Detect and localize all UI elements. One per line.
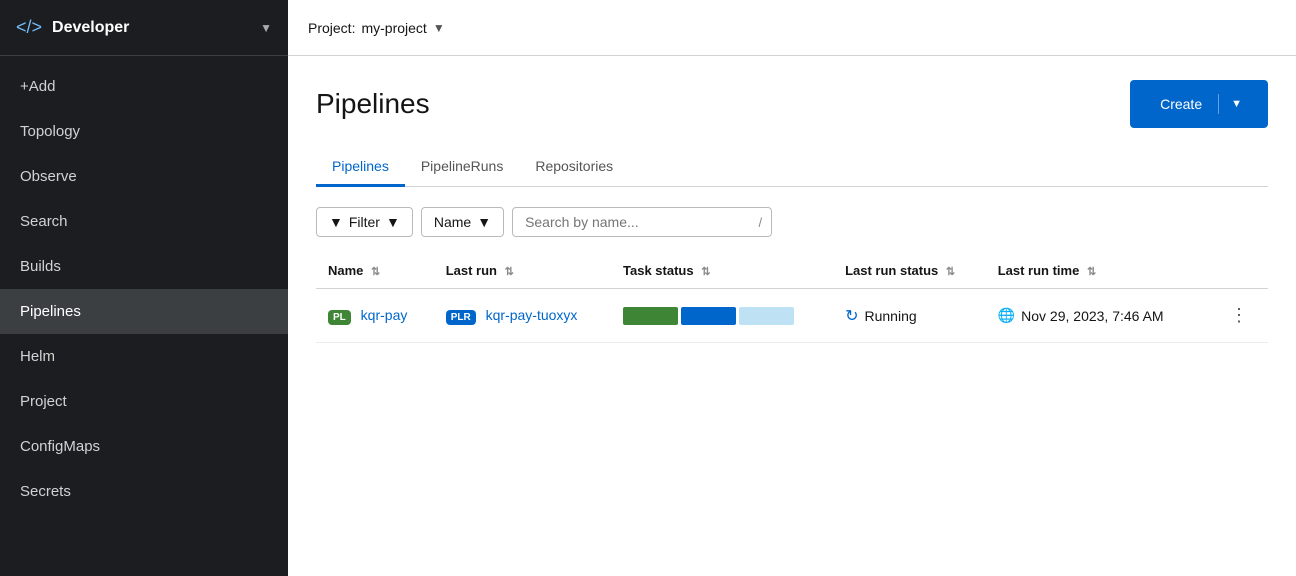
- sort-name-icon: ⇅: [371, 265, 380, 278]
- sort-task-status-icon: ⇅: [701, 265, 710, 278]
- status-bar-light-blue: [739, 307, 794, 325]
- pipelines-table: Name ⇅ Last run ⇅ Task status ⇅ Last run…: [316, 253, 1268, 343]
- col-actions: [1202, 253, 1268, 289]
- project-dropdown-icon: ▼: [433, 21, 445, 35]
- sort-last-run-icon: ⇅: [505, 265, 514, 278]
- main-content: Project: my-project ▼ Pipelines Create ▼…: [288, 0, 1296, 576]
- page-title: Pipelines: [316, 88, 430, 120]
- page-header: Pipelines Create ▼: [316, 80, 1268, 128]
- pipeline-badge: PL: [328, 310, 351, 325]
- running-icon: ↻: [845, 306, 858, 326]
- cell-task-status: [611, 289, 833, 343]
- tab-repositories[interactable]: Repositories: [519, 148, 629, 187]
- filter-arrow-icon: ▼: [386, 214, 400, 230]
- topbar: Project: my-project ▼: [288, 0, 1296, 56]
- search-input[interactable]: [512, 207, 772, 237]
- name-select[interactable]: Name ▼: [421, 207, 504, 237]
- search-input-wrapper: /: [512, 207, 772, 237]
- col-task-status[interactable]: Task status ⇅: [611, 253, 833, 289]
- sidebar-item-pipelines[interactable]: Pipelines: [0, 289, 288, 334]
- cell-actions: ⋮: [1202, 289, 1268, 343]
- name-select-arrow-icon: ▼: [477, 214, 491, 230]
- sidebar: </> Developer ▼ +Add Topology Observe Se…: [0, 0, 288, 576]
- sidebar-item-observe[interactable]: Observe: [0, 154, 288, 199]
- content-area: Pipelines Create ▼ Pipelines PipelineRun…: [288, 56, 1296, 576]
- filter-icon: ▼: [329, 214, 343, 230]
- col-last-run-status[interactable]: Last run status ⇅: [833, 253, 986, 289]
- last-run-link[interactable]: kqr-pay-tuoxyx: [486, 307, 578, 323]
- pipeline-name-link[interactable]: kqr-pay: [361, 307, 408, 323]
- create-button[interactable]: Create ▼: [1130, 80, 1268, 128]
- sidebar-item-secrets[interactable]: Secrets: [0, 469, 288, 514]
- cell-name: PL kqr-pay: [316, 289, 434, 343]
- sidebar-item-add[interactable]: +Add: [0, 64, 288, 109]
- time-value: Nov 29, 2023, 7:46 AM: [1021, 308, 1163, 324]
- sort-last-run-time-icon: ⇅: [1087, 265, 1096, 278]
- create-button-divider: [1218, 94, 1219, 114]
- create-button-label: Create: [1146, 88, 1216, 120]
- status-bar-blue: [681, 307, 736, 325]
- sidebar-item-topology[interactable]: Topology: [0, 109, 288, 154]
- cell-last-run: PLR kqr-pay-tuoxyx: [434, 289, 611, 343]
- table-body: PL kqr-pay PLR kqr-pay-tuoxyx: [316, 289, 1268, 343]
- developer-icon: </>: [16, 17, 42, 38]
- project-name: my-project: [361, 20, 426, 36]
- col-name[interactable]: Name ⇅: [316, 253, 434, 289]
- running-label: Running: [864, 308, 916, 324]
- task-status-bar: [623, 307, 821, 325]
- sidebar-dropdown-icon: ▼: [260, 21, 272, 35]
- table-row: PL kqr-pay PLR kqr-pay-tuoxyx: [316, 289, 1268, 343]
- row-kebab-menu[interactable]: ⋮: [1222, 301, 1256, 330]
- sidebar-item-helm[interactable]: Helm: [0, 334, 288, 379]
- plr-badge: PLR: [446, 310, 476, 325]
- running-status: ↻ Running: [845, 306, 974, 326]
- cell-last-run-time: 🌐 Nov 29, 2023, 7:46 AM: [986, 289, 1202, 343]
- search-slash: /: [758, 215, 762, 230]
- sidebar-nav: +Add Topology Observe Search Builds Pipe…: [0, 56, 288, 522]
- sidebar-header[interactable]: </> Developer ▼: [0, 0, 288, 56]
- tab-pipelineruns[interactable]: PipelineRuns: [405, 148, 520, 187]
- status-bar-green: [623, 307, 678, 325]
- globe-icon: 🌐: [998, 307, 1015, 324]
- col-last-run-time[interactable]: Last run time ⇅: [986, 253, 1202, 289]
- col-last-run[interactable]: Last run ⇅: [434, 253, 611, 289]
- sidebar-item-project[interactable]: Project: [0, 379, 288, 424]
- project-selector[interactable]: Project: my-project ▼: [308, 20, 445, 36]
- sidebar-title: Developer: [52, 19, 260, 37]
- sort-last-run-status-icon: ⇅: [946, 265, 955, 278]
- sidebar-item-search[interactable]: Search: [0, 199, 288, 244]
- sidebar-item-builds[interactable]: Builds: [0, 244, 288, 289]
- last-run-time: 🌐 Nov 29, 2023, 7:46 AM: [998, 307, 1190, 324]
- filter-bar: ▼ Filter ▼ Name ▼ /: [316, 207, 1268, 237]
- cell-last-run-status: ↻ Running: [833, 289, 986, 343]
- tabs: Pipelines PipelineRuns Repositories: [316, 148, 1268, 187]
- filter-button[interactable]: ▼ Filter ▼: [316, 207, 413, 237]
- name-select-label: Name: [434, 214, 471, 230]
- tab-pipelines[interactable]: Pipelines: [316, 148, 405, 187]
- project-label: Project:: [308, 20, 355, 36]
- table-header: Name ⇅ Last run ⇅ Task status ⇅ Last run…: [316, 253, 1268, 289]
- create-dropdown-icon[interactable]: ▼: [1221, 90, 1252, 118]
- sidebar-item-configmaps[interactable]: ConfigMaps: [0, 424, 288, 469]
- filter-label: Filter: [349, 214, 380, 230]
